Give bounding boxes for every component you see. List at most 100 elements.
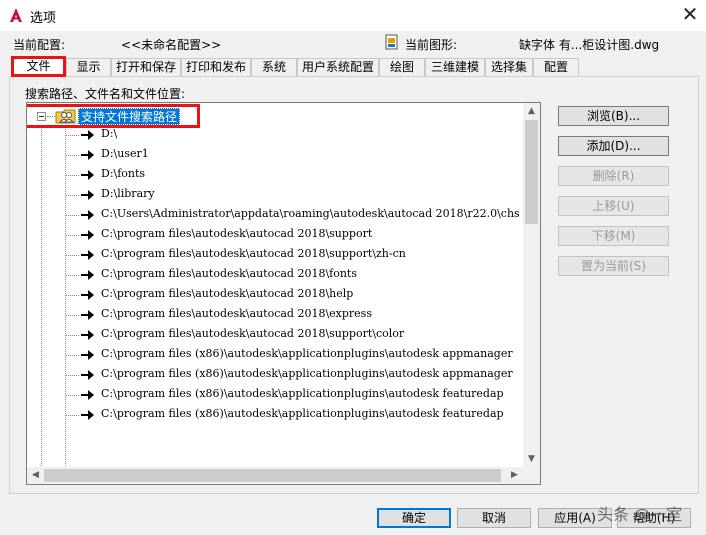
tree-item-path[interactable]: C:\program files\autodesk\autocad 2018\s… xyxy=(65,225,525,245)
options-dialog: 当前配置: <<未命名配置>> 当前图形: 缺字体 有...柜设计图.dwg 文… xyxy=(0,31,706,535)
scroll-thumb[interactable] xyxy=(525,120,538,224)
current-profile-label: 当前配置: xyxy=(13,38,66,52)
window-title: 选项 xyxy=(30,11,57,26)
horizontal-scrollbar[interactable]: ◀ ▶ xyxy=(27,467,523,484)
path-label: C:\program files\autodesk\autocad 2018\e… xyxy=(101,307,372,320)
tree-connector xyxy=(65,395,79,396)
tree-connector xyxy=(65,195,79,196)
tree-item-path[interactable]: D:\fonts xyxy=(65,165,525,185)
tab-selection[interactable]: 选择集 xyxy=(485,58,533,76)
path-label: C:\program files\autodesk\autocad 2018\s… xyxy=(101,327,405,340)
tree-item-path[interactable]: C:\program files\autodesk\autocad 2018\f… xyxy=(65,265,525,285)
tree-connector xyxy=(65,135,79,136)
vertical-scrollbar[interactable]: ▲ ▼ xyxy=(523,103,540,467)
arrow-right-icon xyxy=(81,310,94,320)
path-label: C:\program files\autodesk\autocad 2018\f… xyxy=(101,267,357,280)
files-tab-panel: 搜索路径、文件名和文件位置: 支持文件搜索路径 D:\ D:\user1 D:\fo… xyxy=(9,76,699,494)
path-label: D:\ xyxy=(101,127,118,140)
tree-item-path[interactable]: C:\Users\Administrator\appdata\roaming\a… xyxy=(65,205,525,225)
drawing-file-icon xyxy=(385,34,398,50)
tree-item-path[interactable]: C:\program files (x86)\autodesk\applicat… xyxy=(65,385,525,405)
scroll-corner xyxy=(523,467,540,484)
tree-connector xyxy=(65,315,79,316)
tab-files[interactable]: 文件 xyxy=(11,56,66,77)
arrow-right-icon xyxy=(81,190,94,200)
tab-user-preferences[interactable]: 用户系统配置 xyxy=(297,58,379,76)
tab-plot-publish[interactable]: 打印和发布 xyxy=(181,58,251,76)
tab-system[interactable]: 系统 xyxy=(251,58,297,76)
path-label: C:\program files\autodesk\autocad 2018\s… xyxy=(101,227,373,240)
browse-button[interactable]: 浏览(B)... xyxy=(558,106,669,126)
path-label: C:\program files (x86)\autodesk\applicat… xyxy=(101,387,504,400)
scroll-right-icon[interactable]: ▶ xyxy=(506,467,523,484)
tree-item-path[interactable]: C:\program files\autodesk\autocad 2018\s… xyxy=(65,245,525,265)
arrow-right-icon xyxy=(81,130,94,140)
close-icon[interactable]: ✕ xyxy=(680,4,700,24)
tree-item-path[interactable]: D:\ xyxy=(65,125,525,145)
path-label: C:\program files (x86)\autodesk\applicat… xyxy=(101,367,513,380)
move-up-button[interactable]: 上移(U) xyxy=(558,196,669,216)
tree-item-path[interactable]: C:\program files (x86)\autodesk\applicat… xyxy=(65,405,525,425)
tree-connector xyxy=(65,155,79,156)
tree-item-path[interactable]: C:\program files\autodesk\autocad 2018\s… xyxy=(65,325,525,345)
tab-profiles[interactable]: 配置 xyxy=(533,58,579,76)
arrow-right-icon xyxy=(81,210,94,220)
arrow-right-icon xyxy=(81,290,94,300)
arrow-right-icon xyxy=(81,410,94,420)
arrow-right-icon xyxy=(81,150,94,160)
arrow-right-icon xyxy=(81,390,94,400)
tree-guide-line xyxy=(41,125,42,484)
search-paths-label: 搜索路径、文件名和文件位置: xyxy=(25,87,186,101)
move-down-button[interactable]: 下移(M) xyxy=(558,226,669,246)
tree-connector xyxy=(65,415,79,416)
scroll-thumb-horizontal[interactable] xyxy=(44,469,501,482)
scroll-down-icon[interactable]: ▼ xyxy=(523,451,540,467)
tab-strip: 文件 显示 打开和保存 打印和发布 系统 用户系统配置 绘图 三维建模 选择集 … xyxy=(9,56,699,77)
path-label: D:\user1 xyxy=(101,147,149,160)
tree-item-path[interactable]: C:\program files\autodesk\autocad 2018\e… xyxy=(65,305,525,325)
arrow-right-icon xyxy=(81,230,94,240)
cancel-button[interactable]: 取消 xyxy=(457,508,531,528)
arrow-right-icon xyxy=(81,330,94,340)
tree-connector xyxy=(65,335,79,336)
current-profile-value: <<未命名配置>> xyxy=(121,38,222,52)
tree-item-path[interactable]: D:\library xyxy=(65,185,525,205)
tree-item-path[interactable]: C:\program files (x86)\autodesk\applicat… xyxy=(65,365,525,385)
tree-connector xyxy=(65,355,79,356)
path-label: C:\Users\Administrator\appdata\roaming\a… xyxy=(101,207,520,220)
path-label: C:\program files\autodesk\autocad 2018\s… xyxy=(101,247,406,260)
arrow-right-icon xyxy=(81,350,94,360)
current-drawing-value: 缺字体 有...柜设计图.dwg xyxy=(519,38,660,52)
path-label: C:\program files (x86)\autodesk\applicat… xyxy=(101,347,513,360)
ok-button[interactable]: 确定 xyxy=(377,508,451,528)
title-bar: 选项 ✕ xyxy=(0,0,706,31)
tree-connector xyxy=(65,175,79,176)
tab-display[interactable]: 显示 xyxy=(66,58,111,76)
tree-connector xyxy=(65,275,79,276)
arrow-right-icon xyxy=(81,270,94,280)
scroll-up-icon[interactable]: ▲ xyxy=(523,103,540,119)
arrow-right-icon xyxy=(81,250,94,260)
path-label: C:\program files\autodesk\autocad 2018\h… xyxy=(101,287,354,300)
tab-drafting[interactable]: 绘图 xyxy=(379,58,425,76)
watermark: 头条 @一室 xyxy=(597,505,683,524)
file-tree[interactable]: 支持文件搜索路径 D:\ D:\user1 D:\fonts D:\library C:… xyxy=(26,102,541,485)
scroll-left-icon[interactable]: ◀ xyxy=(27,467,44,484)
tree-item-path[interactable]: C:\program files\autodesk\autocad 2018\h… xyxy=(65,285,525,305)
tree-connector xyxy=(65,255,79,256)
tree-item-path[interactable]: C:\program files (x86)\autodesk\applicat… xyxy=(65,345,525,365)
path-label: D:\library xyxy=(101,187,155,200)
autocad-logo-icon xyxy=(10,8,22,22)
add-button[interactable]: 添加(D)... xyxy=(558,136,669,156)
tree-item-path[interactable]: D:\user1 xyxy=(65,145,525,165)
tree-connector xyxy=(65,215,79,216)
path-label: D:\fonts xyxy=(101,167,146,180)
tab-open-save[interactable]: 打开和保存 xyxy=(111,58,181,76)
tree-connector xyxy=(65,235,79,236)
remove-button[interactable]: 删除(R) xyxy=(558,166,669,186)
tab-3d-modeling[interactable]: 三维建模 xyxy=(425,58,485,76)
arrow-right-icon xyxy=(81,370,94,380)
tree-connector xyxy=(65,375,79,376)
current-drawing-label: 当前图形: xyxy=(405,38,458,52)
set-current-button[interactable]: 置为当前(S) xyxy=(558,256,669,276)
